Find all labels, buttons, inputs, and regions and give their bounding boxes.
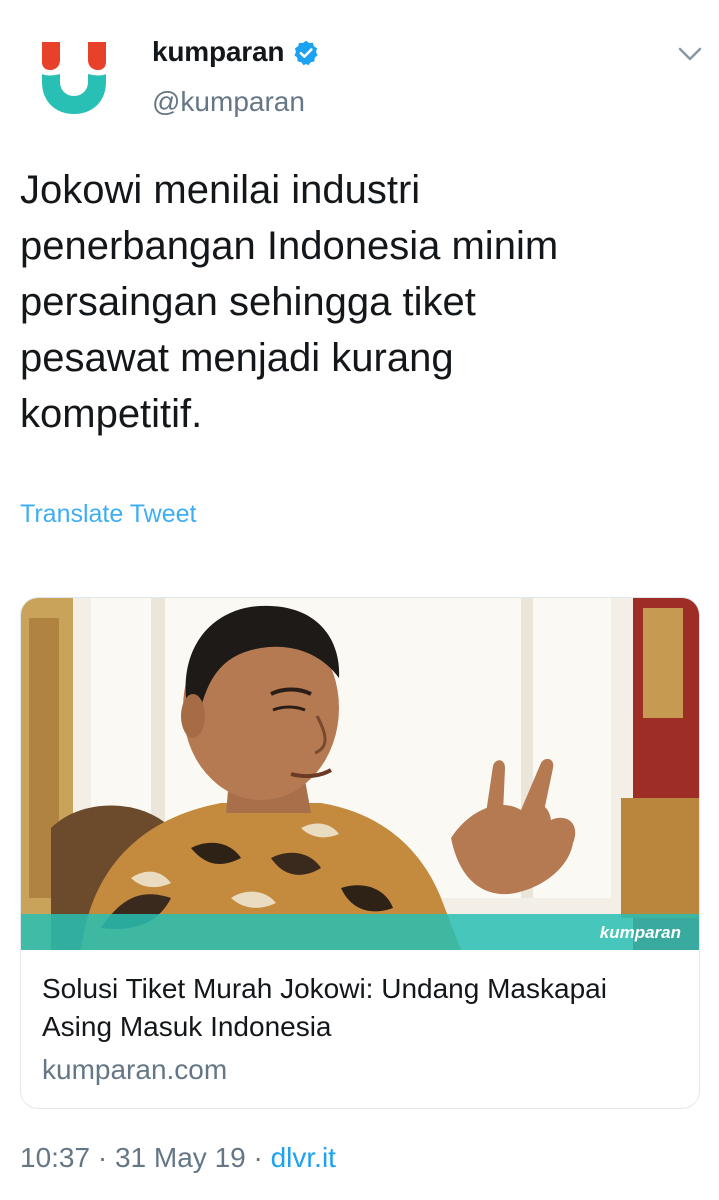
tweet-meta: 10:37 · 31 May 19 · dlvr.it [20, 1142, 336, 1174]
tweet-text-line: pesawat menjadi kurang [20, 336, 454, 380]
article-photo: kumparan [21, 598, 699, 950]
translate-tweet-link[interactable]: Translate Tweet [20, 500, 196, 529]
avatar[interactable] [36, 36, 112, 118]
handle[interactable]: @kumparan [152, 86, 305, 118]
card-title[interactable]: Solusi Tiket Murah Jokowi: Undang Maskap… [42, 970, 682, 1046]
meta-separator: · [90, 1142, 115, 1173]
card-domain[interactable]: kumparan.com [42, 1054, 227, 1086]
card-image[interactable]: kumparan [21, 598, 699, 950]
author-name-row[interactable]: kumparan [152, 36, 320, 68]
image-watermark: kumparan [600, 923, 681, 942]
link-preview-card[interactable]: kumparan Solusi Tiket Murah Jokowi: Unda… [20, 597, 700, 1109]
tweet-text-line: Jokowi menilai industri [20, 168, 421, 212]
chevron-down-icon[interactable] [676, 40, 704, 68]
tweet-text-line: persaingan sehingga tiket [20, 280, 476, 324]
tweet-text-line: penerbangan Indonesia minim [20, 224, 559, 268]
meta-separator: · [245, 1142, 271, 1173]
kumparan-logo-icon [42, 42, 106, 114]
display-name[interactable]: kumparan [152, 36, 284, 68]
tweet-date: 31 May 19 [114, 1142, 246, 1173]
card-title-line: Asing Masuk Indonesia [42, 1011, 332, 1042]
tweet-time: 10:37 [20, 1142, 91, 1173]
tweet-source-link[interactable]: dlvr.it [271, 1142, 336, 1173]
tweet-text: Jokowi menilai industri penerbangan Indo… [20, 162, 680, 442]
verified-badge-icon [294, 40, 318, 66]
tweet-text-line: kompetitif. [20, 392, 203, 436]
card-title-line: Solusi Tiket Murah Jokowi: Undang Maskap… [42, 973, 607, 1004]
